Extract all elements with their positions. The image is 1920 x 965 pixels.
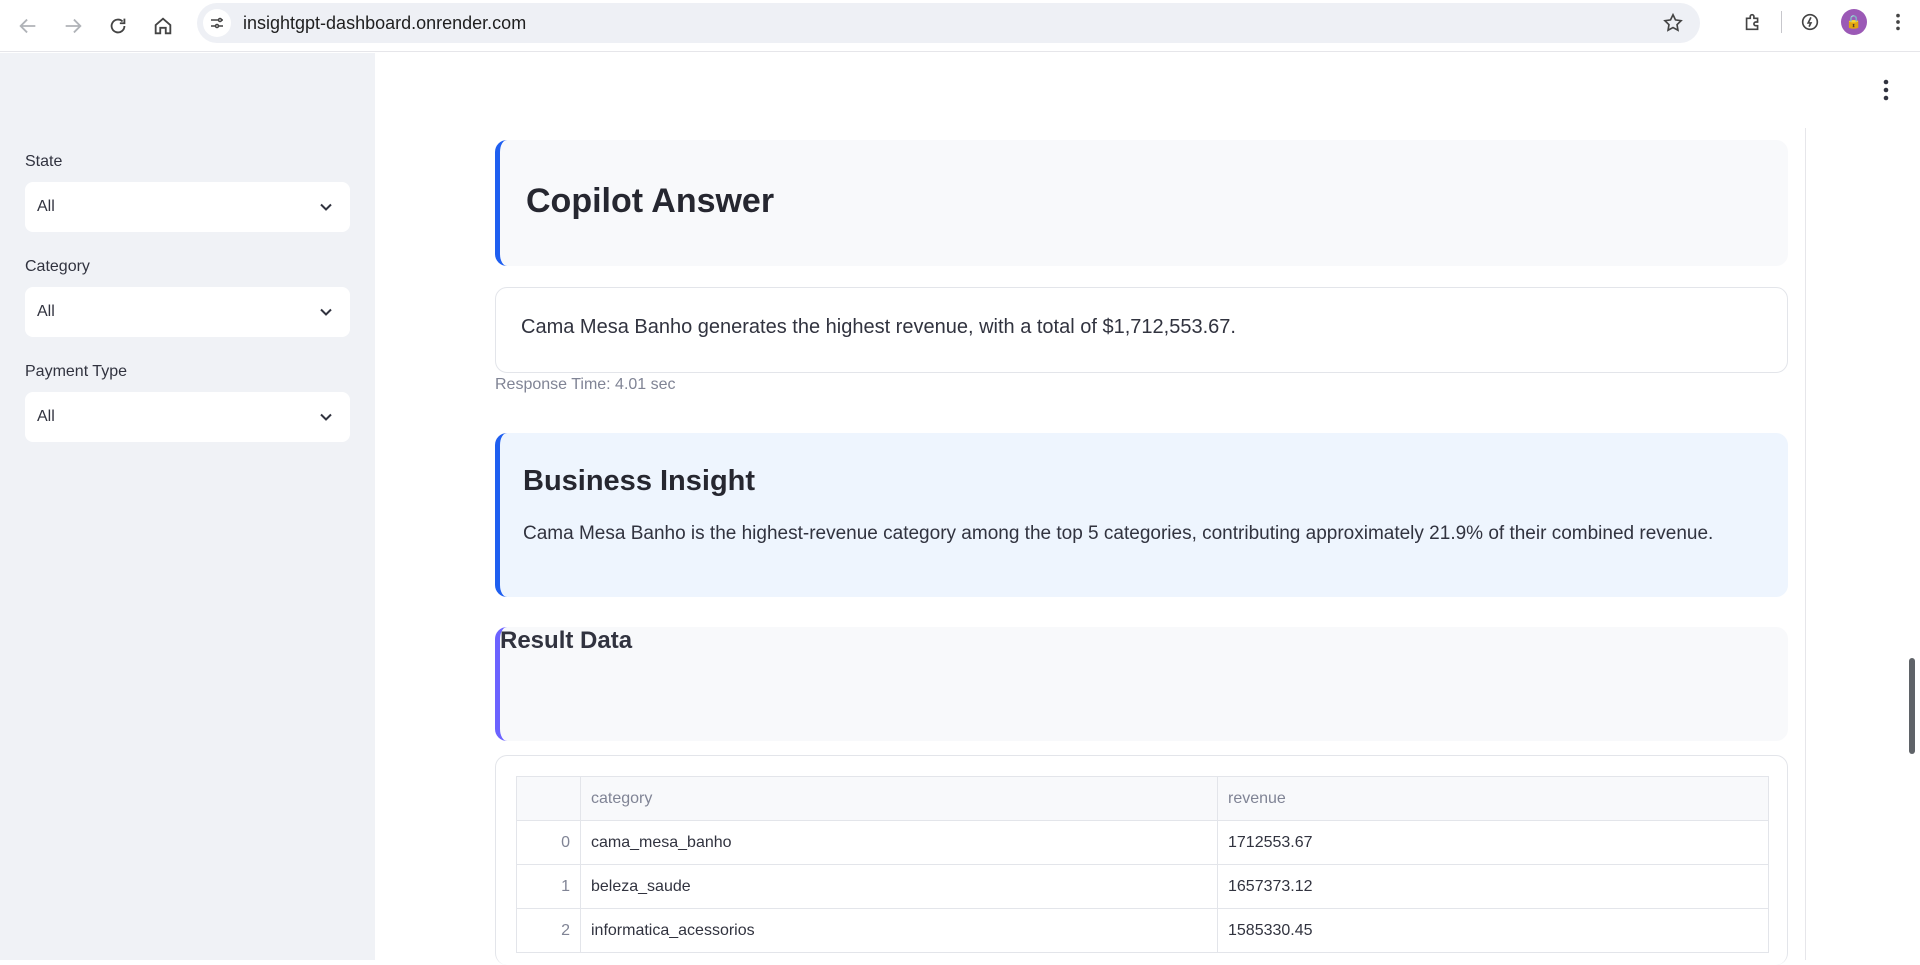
speedometer-icon	[1801, 13, 1819, 31]
chevron-down-icon	[320, 413, 332, 421]
category-cell[interactable]: cama_mesa_banho	[581, 821, 1218, 864]
payment-type-filter-label: Payment Type	[25, 363, 127, 380]
index-column-header	[517, 777, 581, 820]
content-divider	[1805, 128, 1806, 960]
avatar: 🔒	[1841, 9, 1867, 35]
arrow-right-icon	[65, 18, 82, 33]
back-button[interactable]	[6, 4, 50, 48]
table-row[interactable]: 0 cama_mesa_banho 1712553.67	[517, 821, 1768, 865]
home-icon	[154, 16, 172, 34]
address-bar[interactable]: insightgpt-dashboard.onrender.com	[197, 3, 1700, 43]
copilot-answer-heading: Copilot Answer	[526, 182, 775, 220]
url-text: insightgpt-dashboard.onrender.com	[243, 12, 527, 33]
copilot-answer-section: Copilot Answer	[495, 140, 1788, 266]
page-scrollbar[interactable]	[1904, 52, 1920, 960]
revenue-cell[interactable]: 1657373.12	[1218, 865, 1768, 908]
category-column-header[interactable]: category	[581, 777, 1218, 820]
toolbar-separator	[1781, 11, 1782, 33]
row-index: 1	[517, 865, 581, 908]
reload-icon	[110, 18, 126, 33]
table-row[interactable]: 2 informatica_acessorios 1585330.45	[517, 909, 1768, 953]
category-filter-label: Category	[25, 258, 90, 275]
response-time: Response Time: 4.01 sec	[495, 376, 676, 393]
result-table-container: category revenue 0 cama_mesa_banho 17125…	[495, 755, 1788, 965]
browser-toolbar: insightgpt-dashboard.onrender.com 🔒	[0, 0, 1920, 52]
result-data-heading: Result Data	[500, 627, 633, 654]
performance-button[interactable]	[1788, 0, 1832, 44]
category-cell[interactable]: beleza_saude	[581, 865, 1218, 908]
revenue-cell[interactable]: 1585330.45	[1218, 909, 1768, 952]
browser-menu-button[interactable]	[1876, 0, 1920, 44]
state-select[interactable]: All	[25, 182, 350, 232]
answer-text: Cama Mesa Banho generates the highest re…	[521, 316, 1236, 338]
category-select-value: All	[37, 303, 55, 320]
browser-actions: 🔒	[1731, 0, 1920, 44]
state-select-value: All	[37, 198, 55, 215]
chevron-down-icon	[320, 203, 332, 211]
payment-type-select[interactable]: All	[25, 392, 350, 442]
app-menu-icon[interactable]	[1882, 79, 1890, 101]
revenue-column-header[interactable]: revenue	[1218, 777, 1768, 820]
sidebar: State All Category All Payment Type All	[0, 53, 375, 960]
scrollbar-thumb[interactable]	[1909, 658, 1915, 754]
puzzle-icon	[1745, 13, 1759, 31]
arrow-left-icon	[19, 18, 36, 33]
row-index: 0	[517, 821, 581, 864]
main-content: Copilot Answer Cama Mesa Banho generates…	[375, 53, 1920, 965]
table-row[interactable]: 1 beleza_saude 1657373.12	[517, 865, 1768, 909]
home-button[interactable]	[141, 4, 185, 48]
category-select[interactable]: All	[25, 287, 350, 337]
chevron-down-icon	[320, 308, 332, 316]
profile-button[interactable]: 🔒	[1832, 0, 1876, 44]
business-insight-text: Cama Mesa Banho is the highest-revenue c…	[523, 523, 1714, 544]
state-filter-label: State	[25, 153, 63, 170]
forward-button[interactable]	[51, 4, 95, 48]
bookmark-star-icon[interactable]	[1662, 12, 1684, 34]
business-insight-section: Business Insight Cama Mesa Banho is the …	[495, 433, 1788, 597]
result-table[interactable]: category revenue 0 cama_mesa_banho 17125…	[516, 776, 1769, 953]
answer-box: Cama Mesa Banho generates the highest re…	[495, 287, 1788, 373]
extensions-button[interactable]	[1731, 0, 1775, 44]
table-header-row: category revenue	[517, 777, 1768, 821]
more-vertical-icon	[1896, 13, 1900, 31]
category-cell[interactable]: informatica_acessorios	[581, 909, 1218, 952]
row-index: 2	[517, 909, 581, 952]
business-insight-heading: Business Insight	[523, 465, 756, 497]
reload-button[interactable]	[96, 4, 140, 48]
result-data-section: Result Data	[495, 627, 1788, 741]
payment-type-select-value: All	[37, 408, 55, 425]
site-info-icon[interactable]	[203, 9, 231, 37]
revenue-cell[interactable]: 1712553.67	[1218, 821, 1768, 864]
